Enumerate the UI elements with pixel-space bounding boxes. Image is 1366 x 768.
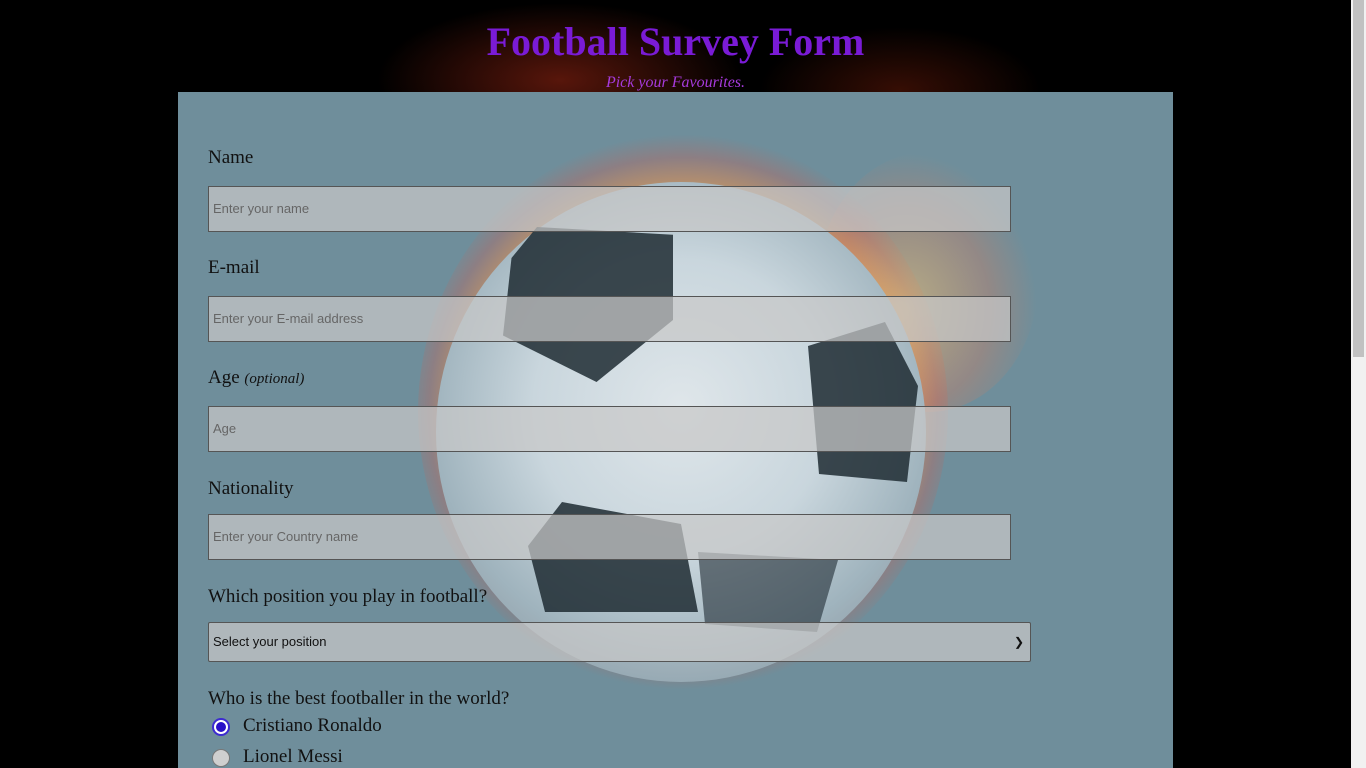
position-label: Which position you play in football? bbox=[208, 586, 488, 607]
name-input[interactable]: Enter your name bbox=[208, 186, 1011, 232]
page-header: Football Survey Form Pick your Favourite… bbox=[0, 0, 1351, 92]
page-subtitle: Pick your Favourites. bbox=[605, 74, 746, 91]
radio-label: Cristiano Ronaldo bbox=[243, 715, 382, 736]
vertical-scrollbar[interactable] bbox=[1351, 0, 1366, 768]
scrollbar-thumb[interactable] bbox=[1353, 0, 1364, 357]
email-input[interactable]: Enter your E-mail address bbox=[208, 296, 1011, 342]
ball-patch bbox=[698, 552, 838, 632]
age-label: Age (optional) bbox=[208, 367, 304, 390]
radio-button[interactable] bbox=[212, 749, 230, 767]
radio-label: Lionel Messi bbox=[243, 746, 343, 767]
age-label-text: Age bbox=[208, 367, 240, 388]
optional-note: (optional) bbox=[244, 371, 305, 387]
age-input[interactable]: Age bbox=[208, 406, 1011, 452]
nationality-input[interactable]: Enter your Country name bbox=[208, 514, 1011, 560]
page-title: Football Survey Form bbox=[486, 19, 865, 64]
nationality-label: Nationality bbox=[208, 478, 294, 499]
radio-button-checked[interactable] bbox=[212, 718, 230, 736]
email-label: E-mail bbox=[208, 257, 260, 278]
name-label: Name bbox=[208, 147, 254, 168]
survey-form-panel: Name Enter your name E-mail Enter your E… bbox=[178, 92, 1173, 768]
position-select-value: Select your position bbox=[213, 634, 327, 649]
best-player-label: Who is the best footballer in the world? bbox=[208, 688, 510, 709]
position-select[interactable]: Select your position ❯ bbox=[208, 622, 1031, 662]
chevron-down-icon: ❯ bbox=[1013, 635, 1024, 649]
